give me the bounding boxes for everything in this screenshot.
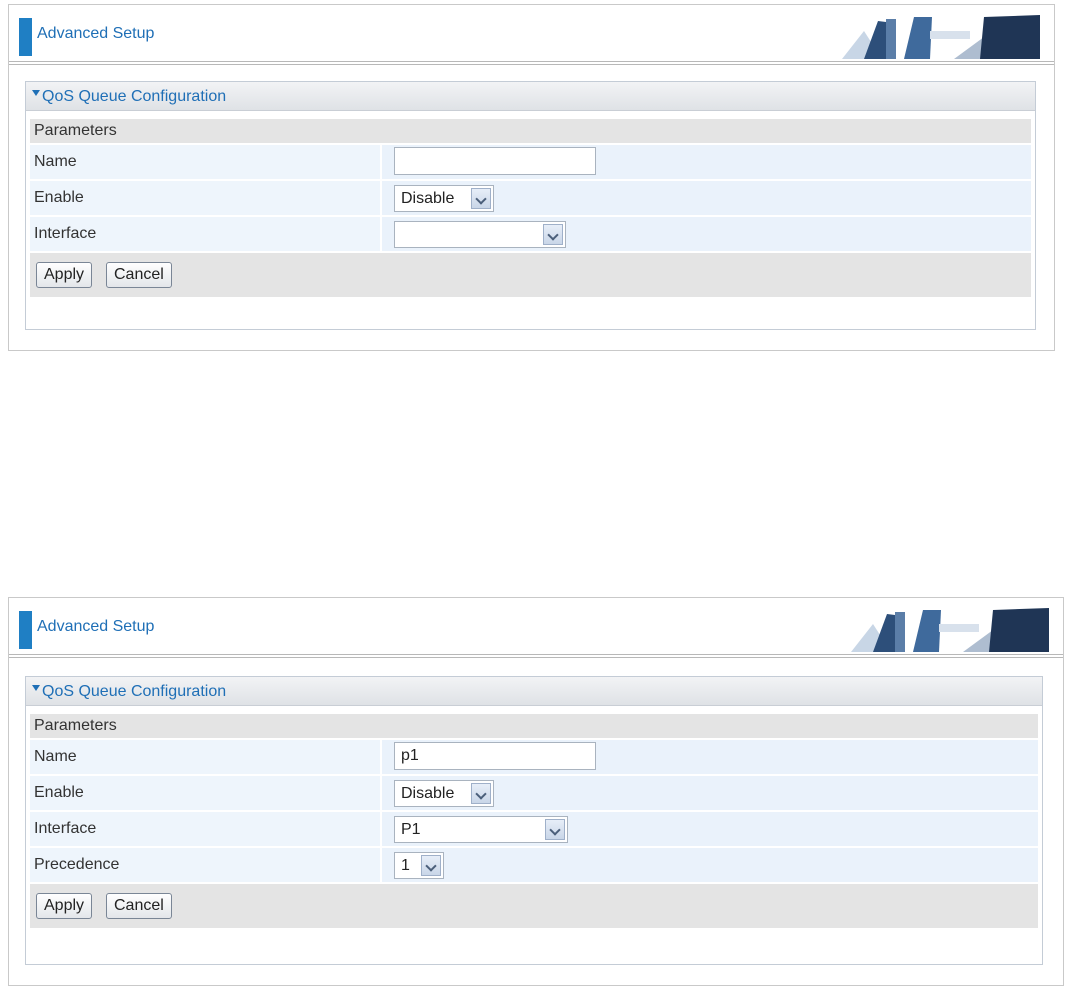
interface-row: Interface (30, 217, 1031, 251)
name-row: Name (30, 740, 1038, 774)
precedence-row: Precedence 1 (30, 848, 1038, 882)
chevron-down-icon[interactable] (421, 855, 441, 876)
enable-selected-value: Disable (401, 785, 455, 802)
screen-2: Advanced Setup QoS Queue Configuration P… (8, 597, 1064, 986)
precedence-selected-value: 1 (401, 857, 410, 874)
interface-select[interactable]: P1 (394, 816, 568, 843)
panel-header[interactable]: QoS Queue Configuration (26, 677, 1042, 706)
triangle-down-icon[interactable] (32, 90, 40, 96)
name-label: Name (30, 740, 380, 774)
banner: Advanced Setup (9, 5, 1054, 59)
panel-title: QoS Queue Configuration (42, 683, 227, 700)
qos-queue-panel: QoS Queue Configuration Parameters Name … (25, 676, 1043, 965)
apply-button[interactable]: Apply (36, 262, 93, 288)
enable-row: Enable Disable (30, 181, 1031, 215)
interface-label: Interface (30, 217, 380, 251)
chevron-down-icon[interactable] (471, 783, 491, 804)
enable-label: Enable (30, 181, 380, 215)
name-label: Name (30, 145, 380, 179)
cancel-button[interactable]: Cancel (106, 893, 172, 919)
chevron-down-icon[interactable] (545, 819, 565, 840)
panel-header[interactable]: QoS Queue Configuration (26, 82, 1035, 111)
name-input[interactable] (394, 147, 596, 175)
name-row: Name (30, 145, 1031, 179)
banner-title: Advanced Setup (37, 25, 155, 42)
panel-title: QoS Queue Configuration (42, 88, 227, 105)
office-chairs-banner-icon (843, 604, 1055, 652)
banner: Advanced Setup (9, 598, 1063, 652)
enable-select[interactable]: Disable (394, 780, 494, 807)
office-chairs-banner-icon (834, 11, 1046, 59)
interface-row: Interface P1 (30, 812, 1038, 846)
precedence-label: Precedence (30, 848, 380, 882)
chevron-down-icon[interactable] (543, 224, 563, 245)
banner-accent-bar (19, 18, 32, 56)
banner-accent-bar (19, 611, 32, 649)
interface-select[interactable] (394, 221, 566, 248)
parameters-heading: Parameters (30, 119, 1031, 143)
banner-title: Advanced Setup (37, 618, 155, 635)
enable-row: Enable Disable (30, 776, 1038, 810)
interface-selected-value: P1 (401, 821, 421, 838)
chevron-down-icon[interactable] (471, 188, 491, 209)
button-bar: Apply Cancel (30, 884, 1038, 928)
enable-label: Enable (30, 776, 380, 810)
qos-queue-panel: QoS Queue Configuration Parameters Name … (25, 81, 1036, 330)
parameters-heading: Parameters (30, 714, 1038, 738)
triangle-down-icon[interactable] (32, 685, 40, 691)
cancel-button[interactable]: Cancel (106, 262, 172, 288)
interface-label: Interface (30, 812, 380, 846)
apply-button[interactable]: Apply (36, 893, 93, 919)
enable-select[interactable]: Disable (394, 185, 494, 212)
precedence-select[interactable]: 1 (394, 852, 444, 879)
enable-selected-value: Disable (401, 190, 455, 207)
name-input[interactable] (394, 742, 596, 770)
button-bar: Apply Cancel (30, 253, 1031, 297)
screen-1: Advanced Setup QoS Queue Configuration P… (8, 4, 1055, 351)
